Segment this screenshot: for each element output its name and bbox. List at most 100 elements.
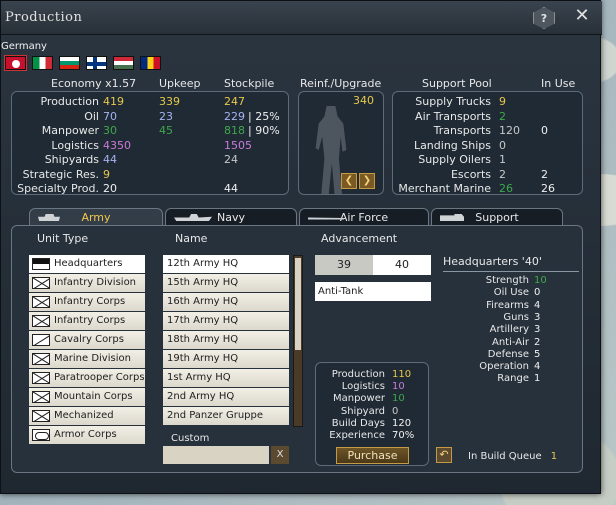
support-label: Merchant Marine	[398, 182, 491, 195]
economy-label: Manpower	[41, 124, 99, 137]
scrollbar-thumb[interactable]	[295, 258, 301, 350]
finland-flag[interactable]	[86, 56, 107, 70]
support-pool-value: 2	[499, 167, 506, 181]
support-label: Supply Oilers	[418, 153, 491, 166]
economy-label: Specialty Prod.	[17, 182, 99, 195]
stat-label: Anti-Air	[492, 336, 529, 348]
bulgaria-flag[interactable]	[59, 56, 80, 70]
stat-label: Artillery	[489, 324, 529, 336]
upkeep-header: Upkeep	[159, 77, 201, 90]
economy-label: Shipyards	[44, 153, 99, 166]
unit-type-list: Headquarters Infantry Division Infantry Co…	[29, 255, 145, 445]
unit-symbol-icon	[32, 410, 50, 422]
stat-label: Range	[497, 373, 529, 385]
unit-type-header: Unit Type	[37, 232, 89, 245]
close-button[interactable]: ✕	[572, 7, 592, 27]
support-in-use-value: 0	[541, 124, 548, 137]
support-pool-value: 9	[499, 95, 506, 108]
tab-navy[interactable]: Navy	[165, 208, 297, 226]
unit-type-item[interactable]: Cavalry Corps	[29, 331, 145, 349]
tab-air-force[interactable]: Air Force	[299, 208, 429, 226]
unit-type-item[interactable]: Marine Division	[29, 350, 145, 368]
advancement-current[interactable]: 39	[315, 255, 373, 275]
stat-value: 5	[534, 348, 541, 360]
cost-value: 10	[392, 393, 405, 405]
unit-symbol-icon	[32, 391, 50, 403]
economy-label: Logistics	[51, 138, 99, 152]
help-button[interactable]: ?	[533, 7, 555, 29]
hungary-flag[interactable]	[113, 56, 134, 70]
chevron-left-icon: ❮	[344, 175, 354, 186]
unit-type-item[interactable]: Paratrooper Corps	[29, 369, 145, 387]
question-icon: ?	[540, 12, 548, 25]
stat-label: Strength	[485, 275, 529, 286]
name-list-scrollbar[interactable]	[293, 255, 303, 427]
unit-type-item[interactable]: Infantry Division	[29, 274, 145, 292]
economy-value: 4350	[103, 138, 131, 152]
economy-value: 419	[103, 95, 124, 108]
stat-value: 4	[534, 361, 541, 373]
undo-button[interactable]: ↶	[436, 447, 452, 463]
support-label: Landing Ships	[413, 138, 491, 152]
unit-type-item[interactable]: Mechanized Corps	[29, 407, 145, 439]
in-use-header: In Use	[541, 77, 576, 90]
stockpile-header: Stockpile	[224, 77, 275, 90]
support-pool-value: 2	[499, 109, 506, 123]
unit-type-item[interactable]: Headquarters	[29, 255, 145, 273]
unit-type-item[interactable]: Armor Corps	[29, 426, 145, 444]
economy-label: Strategic Res.	[22, 167, 99, 181]
purchase-button[interactable]: Purchase	[336, 447, 409, 464]
germany-flag[interactable]	[4, 55, 27, 71]
support-pool-value: 26	[499, 182, 513, 195]
support-in-use-value: 26	[541, 182, 555, 195]
support-in-use-value: 2	[541, 167, 548, 181]
romania-flag[interactable]	[140, 56, 161, 70]
unit-name-item[interactable]: 15th Army HQ	[163, 274, 289, 292]
unit-type-item[interactable]: Infantry Corps Small	[29, 293, 145, 325]
build-queue-label: In Build Queue	[468, 451, 542, 462]
unit-name-item[interactable]: 12th Army HQ	[163, 255, 289, 273]
nation-flags	[4, 55, 161, 71]
unit-symbol-icon	[32, 296, 50, 308]
reinf-value: 340	[353, 94, 374, 107]
stockpile-extra: | 25%	[248, 109, 280, 123]
cost-value: 0	[392, 405, 399, 417]
stat-label: Firearms	[486, 299, 529, 311]
unit-type-item[interactable]: Infantry Corps Large	[29, 312, 145, 344]
advancement-next[interactable]: 40	[373, 255, 431, 275]
stockpile-value: 44	[224, 182, 238, 195]
reinf-prev-button[interactable]: ❮	[341, 173, 357, 189]
unit-type-label: Mountain Corps	[54, 391, 133, 402]
cost-label: Production	[331, 369, 385, 380]
stat-label: Operation	[479, 361, 529, 373]
unit-info-title: Headquarters '40'	[443, 255, 542, 268]
unit-name-item[interactable]: 18th Army HQ	[163, 331, 289, 349]
unit-name-item[interactable]: 17th Army HQ	[163, 312, 289, 330]
custom-name-input[interactable]	[163, 446, 269, 464]
custom-label: Custom	[171, 433, 210, 444]
stat-value: 3	[534, 311, 541, 323]
build-queue-value: 1	[550, 451, 558, 462]
unit-type-item[interactable]: Mountain Corps	[29, 388, 145, 406]
unit-type-label: Armor Corps	[54, 429, 117, 440]
reinf-header: Reinf./Upgrade	[300, 77, 382, 90]
italy-flag[interactable]	[32, 56, 53, 70]
reinf-next-button[interactable]: ❯	[359, 173, 375, 189]
tab-support[interactable]: Support	[431, 208, 563, 226]
stockpile-value: 818	[224, 124, 245, 137]
unit-type-label: Headquarters	[54, 258, 123, 269]
unit-symbol-icon	[32, 372, 50, 384]
stat-label: Defense	[487, 348, 529, 360]
unit-name-item[interactable]: 1st Army HQ	[163, 369, 289, 387]
support-pool-header: Support Pool	[422, 77, 492, 90]
unit-name-item[interactable]: 19th Army HQ	[163, 350, 289, 368]
cost-value: 10	[392, 381, 405, 393]
unit-name-item[interactable]: 2nd Army HQ	[163, 388, 289, 406]
unit-type-label: Cavalry Corps	[54, 334, 124, 345]
plane-icon	[308, 217, 344, 220]
unit-name-item[interactable]: 16th Army HQ	[163, 293, 289, 311]
tab-army[interactable]: Army	[29, 208, 163, 226]
custom-clear-button[interactable]: X	[271, 446, 289, 464]
economy-header: Economy x1.57	[51, 77, 137, 90]
unit-name-item[interactable]: 2nd Panzer Gruppe	[163, 407, 289, 425]
